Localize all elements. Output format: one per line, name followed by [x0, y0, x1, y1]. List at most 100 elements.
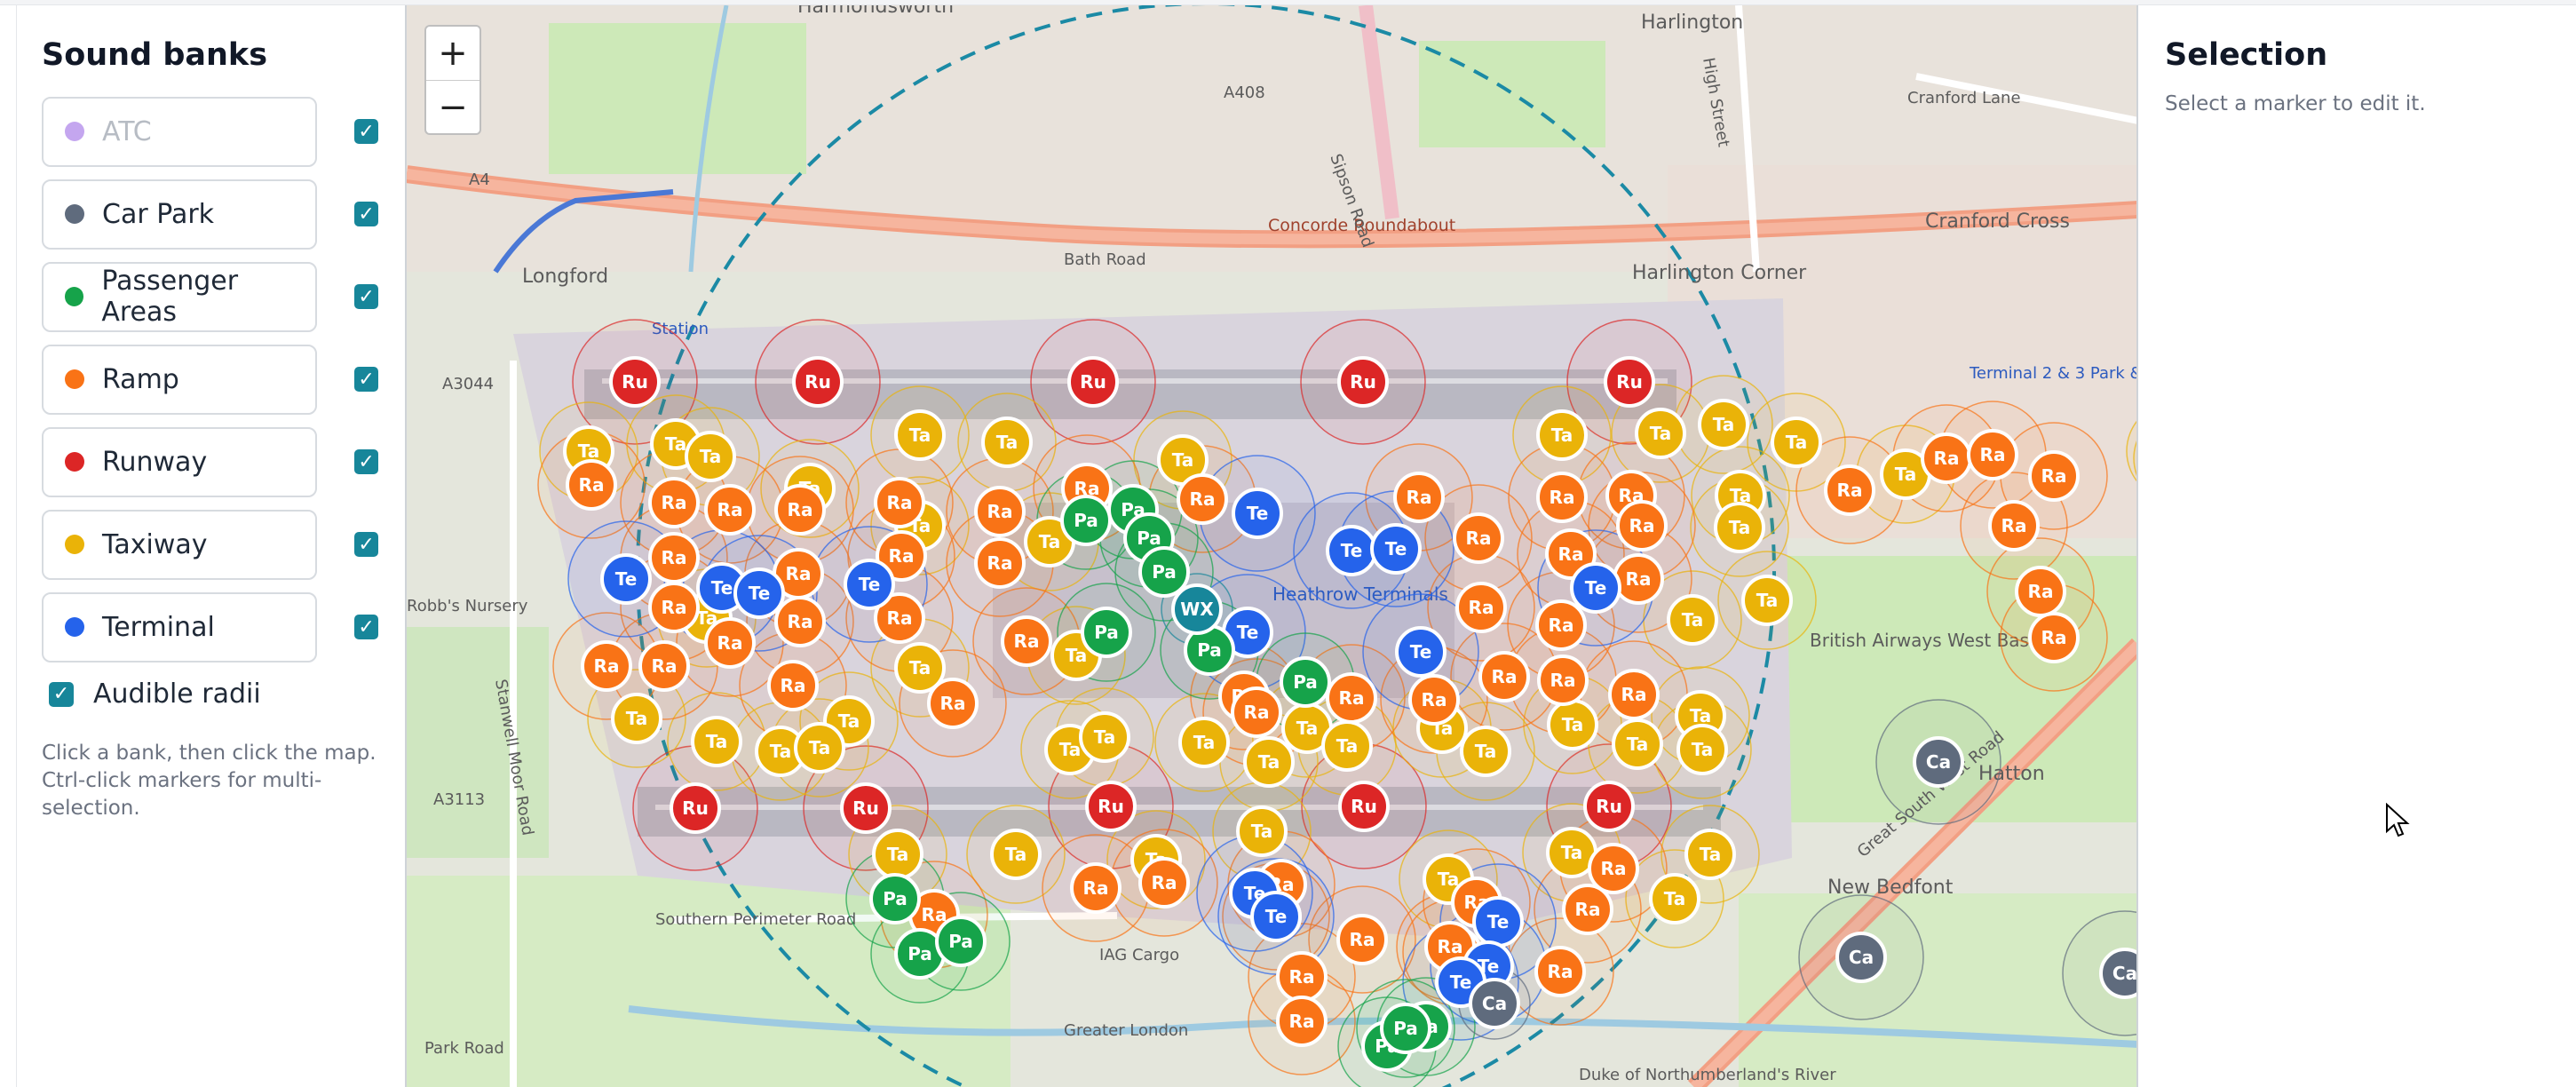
- terminal-marker[interactable]: Te: [1370, 523, 1422, 575]
- ramp-marker[interactable]: Ra: [1608, 669, 1660, 720]
- terminal-marker[interactable]: Te: [600, 553, 652, 605]
- car-park-marker[interactable]: Ca: [1835, 932, 1887, 983]
- ramp-marker[interactable]: Ra: [1276, 996, 1328, 1047]
- ramp-marker[interactable]: Ra: [974, 537, 1026, 589]
- ramp-marker[interactable]: Ra: [638, 640, 690, 692]
- terminal-marker[interactable]: Te: [1250, 891, 1302, 942]
- audible-radii-toggle[interactable]: ✓ Audible radii: [42, 678, 378, 710]
- bank-checkbox-atc[interactable]: ✓: [354, 119, 378, 144]
- passenger-area-marker[interactable]: Pa: [1138, 546, 1190, 598]
- taxiway-marker[interactable]: Ta: [1684, 829, 1736, 880]
- taxiway-marker[interactable]: Ta: [1236, 805, 1288, 857]
- terminal-marker[interactable]: Te: [1472, 896, 1524, 948]
- runway-marker[interactable]: Ru: [1085, 781, 1137, 832]
- passenger-area-marker[interactable]: Pa: [1380, 1003, 1431, 1054]
- ramp-marker[interactable]: Ra: [1138, 857, 1190, 908]
- ramp-marker[interactable]: Ra: [774, 596, 826, 647]
- taxiway-marker[interactable]: Ta: [611, 693, 662, 744]
- ramp-marker[interactable]: Ra: [1534, 946, 1586, 997]
- taxiway-marker[interactable]: Ta: [1460, 726, 1511, 777]
- terminal-marker[interactable]: Te: [733, 567, 785, 619]
- bank-checkbox-passenger-areas[interactable]: ✓: [354, 284, 378, 309]
- taxiway-marker[interactable]: Ta: [1612, 718, 1663, 770]
- ramp-marker[interactable]: Ra: [1535, 599, 1587, 651]
- ramp-marker[interactable]: Ra: [1536, 472, 1588, 523]
- ramp-marker[interactable]: Ra: [767, 660, 819, 711]
- taxiway-marker[interactable]: Ta: [1714, 502, 1765, 553]
- taxiway-marker[interactable]: Ta: [1771, 417, 1822, 468]
- map-canvas[interactable]: Harmondsworth Harlington Cranford Lane C…: [405, 5, 2136, 1087]
- taxiway-marker[interactable]: Ta: [685, 431, 736, 482]
- passenger-area-marker[interactable]: Pa: [869, 873, 921, 924]
- ramp-marker[interactable]: Ra: [1001, 615, 1052, 667]
- bank-checkbox-taxiway[interactable]: ✓: [354, 532, 378, 557]
- taxiway-marker[interactable]: Ta: [1536, 409, 1588, 461]
- ramp-marker[interactable]: Ra: [1921, 432, 1972, 484]
- ramp-marker[interactable]: Ra: [2015, 566, 2066, 617]
- ramp-marker[interactable]: Ra: [1453, 512, 1504, 564]
- taxiway-marker[interactable]: Ta: [794, 722, 845, 774]
- ramp-marker[interactable]: Ra: [1070, 862, 1122, 914]
- taxiway-marker[interactable]: Ta: [1178, 717, 1230, 768]
- taxiway-marker[interactable]: Ta: [990, 829, 1042, 880]
- terminal-marker[interactable]: Te: [1232, 488, 1283, 539]
- bank-button-atc[interactable]: ATC: [42, 96, 318, 167]
- taxiway-marker[interactable]: Ta: [1667, 594, 1718, 646]
- taxiway-marker[interactable]: Ta: [1635, 408, 1686, 459]
- ramp-marker[interactable]: Ra: [1276, 951, 1328, 1003]
- terminal-marker[interactable]: Te: [1395, 626, 1447, 678]
- ramp-marker[interactable]: Ra: [1537, 655, 1589, 706]
- passenger-area-marker[interactable]: Pa: [935, 916, 987, 967]
- ramp-marker[interactable]: Ra: [1988, 500, 2040, 551]
- zoom-in-button[interactable]: +: [426, 27, 480, 80]
- taxiway-marker[interactable]: Ta: [1079, 711, 1130, 763]
- runway-marker[interactable]: Ru: [609, 356, 661, 408]
- taxiway-marker[interactable]: Ta: [1741, 575, 1793, 626]
- ramp-marker[interactable]: Ra: [874, 477, 925, 528]
- bank-button-terminal[interactable]: Terminal: [42, 591, 318, 663]
- runway-marker[interactable]: Ru: [1583, 781, 1635, 832]
- ramp-marker[interactable]: Ra: [1326, 672, 1377, 724]
- passenger-area-marker[interactable]: Pa: [1081, 607, 1132, 658]
- ramp-marker[interactable]: Ra: [1231, 686, 1282, 738]
- zoom-out-button[interactable]: −: [426, 80, 480, 133]
- runway-marker[interactable]: Ru: [670, 782, 721, 834]
- ramp-marker[interactable]: Ra: [1967, 429, 2018, 480]
- bank-button-taxiway[interactable]: Taxiway: [42, 509, 318, 580]
- ramp-marker[interactable]: Ra: [974, 486, 1026, 537]
- bank-checkbox-ramp[interactable]: ✓: [354, 367, 378, 392]
- ramp-marker[interactable]: Ra: [566, 459, 617, 511]
- taxiway-marker[interactable]: Ta: [1676, 724, 1728, 775]
- bank-checkbox-runway[interactable]: ✓: [354, 449, 378, 474]
- ramp-marker[interactable]: Ra: [648, 582, 700, 633]
- passenger-area-marker[interactable]: Pa: [1280, 656, 1331, 708]
- taxiway-marker[interactable]: Ta: [1321, 720, 1373, 772]
- ramp-marker[interactable]: Ra: [704, 484, 756, 536]
- ramp-marker[interactable]: Ra: [704, 617, 756, 669]
- ramp-marker[interactable]: Ra: [1562, 884, 1613, 935]
- ramp-marker[interactable]: Ra: [1613, 553, 1664, 605]
- bank-button-passenger-areas[interactable]: Passenger Areas: [42, 261, 318, 332]
- runway-marker[interactable]: Ru: [1604, 356, 1655, 408]
- ramp-marker[interactable]: Ra: [774, 484, 826, 536]
- car-park-marker[interactable]: Ca: [1913, 736, 1964, 788]
- runway-marker[interactable]: Ru: [840, 782, 892, 834]
- taxiway-marker[interactable]: Ta: [872, 829, 923, 880]
- taxiway-marker[interactable]: Ta: [1547, 699, 1598, 750]
- car-park-marker[interactable]: Ca: [2099, 948, 2136, 999]
- taxiway-marker[interactable]: Ta: [1243, 736, 1295, 788]
- runway-marker[interactable]: Ru: [792, 356, 844, 408]
- ramp-marker[interactable]: Ra: [1478, 651, 1530, 702]
- ramp-marker[interactable]: Ra: [581, 640, 632, 692]
- terminal-marker[interactable]: Te: [1570, 562, 1621, 614]
- taxiway-marker[interactable]: Ta: [1649, 873, 1700, 924]
- bank-button-ramp[interactable]: Ramp: [42, 344, 318, 415]
- terminal-marker[interactable]: Te: [1326, 525, 1377, 576]
- bank-checkbox-terminal[interactable]: ✓: [354, 615, 378, 639]
- ramp-marker[interactable]: Ra: [1455, 582, 1507, 633]
- passenger-area-marker[interactable]: Pa: [1060, 495, 1112, 546]
- ramp-marker[interactable]: Ra: [1393, 472, 1445, 523]
- ramp-marker[interactable]: Ra: [648, 477, 700, 528]
- ramp-marker[interactable]: Ra: [1408, 674, 1460, 726]
- runway-marker[interactable]: Ru: [1067, 356, 1119, 408]
